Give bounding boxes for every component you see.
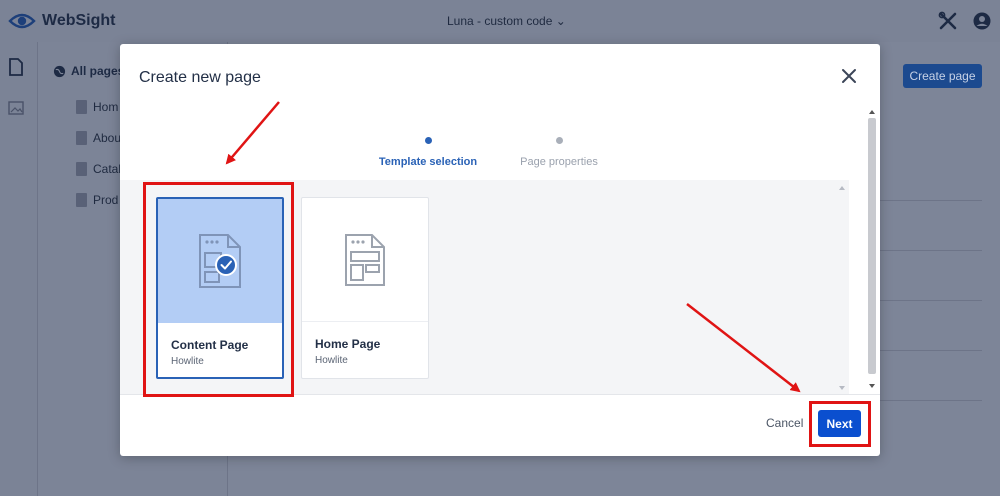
project-selector[interactable]: Luna - custom code ⌄ bbox=[447, 14, 566, 28]
template-document-icon bbox=[199, 234, 241, 288]
tools-icon[interactable] bbox=[938, 11, 958, 31]
dialog-title: Create new page bbox=[139, 69, 261, 86]
scroll-up-icon[interactable] bbox=[869, 110, 875, 114]
scroll-down-icon[interactable] bbox=[869, 384, 875, 388]
dialog-footer-divider bbox=[120, 394, 880, 395]
document-icon bbox=[76, 100, 87, 114]
template-name: Content Page bbox=[171, 338, 249, 352]
template-name: Home Page bbox=[315, 337, 381, 351]
template-source: Howlite bbox=[315, 355, 348, 366]
step-label: Template selection bbox=[378, 156, 478, 168]
step-label: Page properties bbox=[520, 156, 598, 168]
chevron-down-icon: ⌄ bbox=[555, 14, 566, 28]
app-logo[interactable]: WebSight bbox=[8, 10, 115, 32]
dialog-scrollbar[interactable] bbox=[865, 108, 879, 394]
create-page-dialog: Create new page Template selection Page … bbox=[120, 44, 880, 456]
user-icon[interactable] bbox=[972, 11, 992, 31]
step-page-properties[interactable]: Page properties bbox=[509, 134, 609, 168]
left-rail bbox=[0, 42, 38, 496]
tree-item[interactable]: Prod bbox=[76, 193, 118, 207]
project-name: Luna - custom code bbox=[447, 14, 553, 28]
scrollbar-thumb[interactable] bbox=[868, 118, 876, 374]
tree-item-label: Catal bbox=[93, 162, 122, 176]
template-card-content-page[interactable]: Content Page Howlite bbox=[156, 197, 284, 379]
tree-item-label: Hom bbox=[93, 100, 119, 114]
template-list-scrollbar[interactable] bbox=[836, 181, 849, 393]
tree-item-label: Abou bbox=[93, 131, 122, 145]
create-page-button[interactable]: Create page bbox=[903, 64, 982, 88]
tree-item-label: Prod bbox=[93, 193, 119, 207]
template-thumbnail bbox=[158, 199, 282, 323]
template-card-home-page[interactable]: Home Page Howlite bbox=[301, 197, 429, 379]
tree-heading[interactable]: All pages bbox=[53, 64, 124, 78]
tree-item[interactable]: Catal bbox=[76, 162, 121, 176]
step-dot bbox=[424, 137, 432, 144]
cancel-button[interactable]: Cancel bbox=[766, 416, 803, 430]
app-name: WebSight bbox=[42, 12, 116, 29]
assets-icon[interactable] bbox=[8, 100, 24, 116]
document-icon bbox=[76, 193, 87, 207]
websight-logo-icon bbox=[8, 13, 36, 29]
document-icon bbox=[76, 162, 87, 176]
template-source: Howlite bbox=[171, 356, 204, 367]
tree-item[interactable]: Abou bbox=[76, 131, 121, 145]
top-bar: WebSight Luna - custom code ⌄ bbox=[0, 0, 1000, 42]
tree-heading-label: All pages bbox=[71, 64, 125, 78]
close-icon[interactable] bbox=[840, 67, 858, 85]
template-document-icon bbox=[345, 233, 385, 286]
scroll-up-icon[interactable] bbox=[839, 186, 845, 190]
step-dot bbox=[555, 137, 563, 144]
tree-item[interactable]: Hom bbox=[76, 100, 118, 114]
divider bbox=[880, 250, 982, 251]
divider bbox=[880, 400, 982, 401]
stepper: Template selection Page properties bbox=[120, 134, 880, 174]
document-icon bbox=[76, 131, 87, 145]
scroll-down-icon[interactable] bbox=[839, 386, 845, 390]
template-thumbnail bbox=[302, 198, 428, 322]
divider bbox=[880, 300, 982, 301]
globe-icon bbox=[53, 65, 66, 77]
step-template-selection[interactable]: Template selection bbox=[378, 134, 478, 168]
pages-icon[interactable] bbox=[8, 58, 24, 76]
divider bbox=[880, 350, 982, 351]
next-button[interactable]: Next bbox=[818, 410, 861, 437]
divider bbox=[880, 200, 982, 201]
